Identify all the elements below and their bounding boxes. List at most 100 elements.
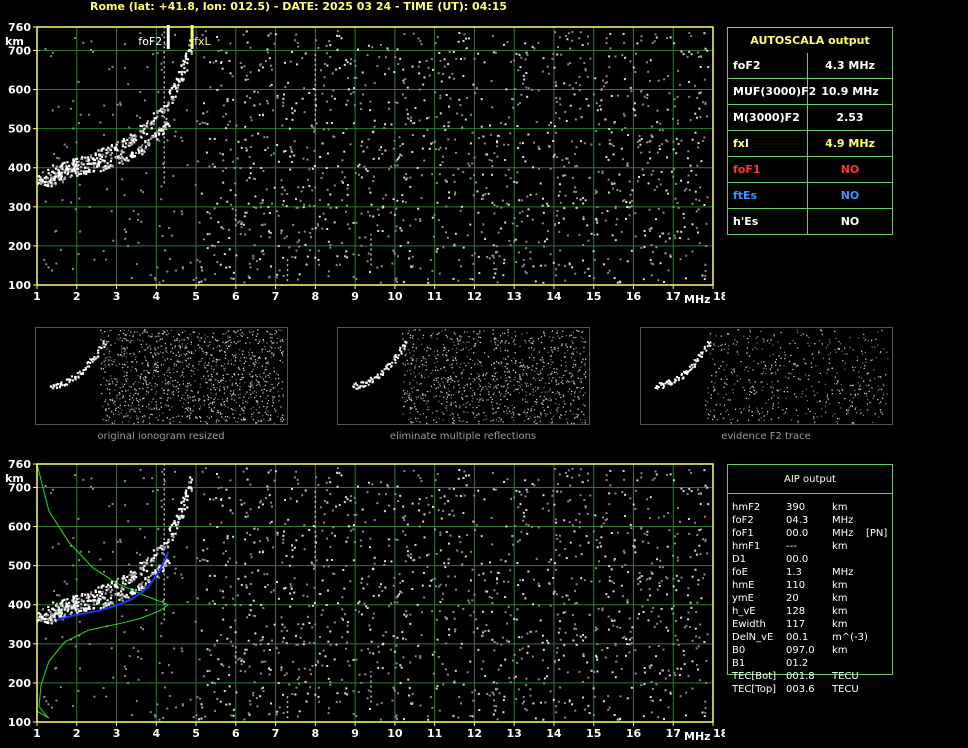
noise-dot — [631, 626, 634, 629]
noise-dot — [606, 210, 609, 212]
noise-dot — [666, 593, 668, 596]
noise-dot — [88, 550, 91, 553]
noise-dot — [259, 639, 262, 642]
thumbnail-noise-dot — [227, 340, 229, 342]
noise-dot — [666, 37, 668, 40]
noise-dot — [625, 201, 628, 203]
noise-dot — [504, 221, 507, 224]
x-trace-point — [143, 561, 146, 564]
thumbnail-noise-dot — [132, 399, 135, 401]
noise-dot — [650, 173, 653, 176]
noise-dot — [517, 69, 520, 72]
noise-dot — [691, 223, 694, 226]
noise-dot — [276, 531, 279, 534]
noise-dot — [231, 645, 234, 647]
noise-dot — [314, 623, 317, 626]
noise-dot — [553, 224, 556, 227]
thumbnail-noise-dot — [274, 408, 276, 410]
noise-dot — [200, 280, 203, 283]
noise-dot — [352, 221, 355, 224]
noise-dot — [333, 184, 336, 187]
noise-dot — [432, 672, 435, 675]
thumbnail-noise-dot — [185, 399, 187, 401]
noise-dot — [266, 136, 269, 139]
thumbnail-noise-dot — [123, 371, 125, 373]
noise-dot — [489, 570, 492, 573]
noise-dot — [181, 703, 184, 706]
thumbnail-noise-dot — [249, 348, 251, 351]
noise-dot — [471, 715, 474, 718]
x-trace-point — [104, 155, 107, 158]
noise-dot — [477, 211, 480, 214]
noise-dot — [566, 234, 569, 237]
noise-dot — [264, 223, 267, 226]
noise-dot — [578, 89, 581, 92]
noise-dot — [469, 579, 472, 582]
noise-dot — [318, 215, 321, 218]
thumbnail-noise-dot — [248, 397, 250, 399]
thumbnail-noise-dot — [143, 370, 145, 372]
noise-dot — [619, 695, 622, 698]
noise-dot — [318, 263, 321, 266]
noise-dot — [173, 555, 176, 558]
noise-dot — [132, 646, 135, 649]
noise-dot — [314, 256, 317, 259]
noise-dot — [656, 546, 659, 549]
noise-dot — [308, 641, 311, 644]
noise-dot — [141, 581, 144, 584]
noise-dot — [697, 668, 700, 671]
noise-dot — [427, 553, 430, 556]
noise-dot — [586, 661, 589, 664]
noise-dot — [206, 247, 209, 250]
o-trace-point — [168, 125, 171, 128]
noise-dot — [546, 230, 549, 233]
noise-dot — [308, 622, 311, 624]
thumbnail-noise-dot — [137, 401, 140, 403]
noise-dot — [268, 667, 271, 670]
noise-dot — [557, 221, 560, 224]
noise-dot — [219, 197, 222, 199]
noise-dot — [326, 100, 328, 103]
noise-dot — [568, 161, 570, 164]
noise-dot — [338, 472, 341, 475]
noise-dot — [206, 123, 209, 126]
noise-dot — [377, 229, 380, 232]
noise-dot — [587, 676, 590, 679]
x-tick-label: 11 — [427, 290, 442, 303]
o-trace-point — [111, 601, 114, 604]
noise-dot — [647, 182, 650, 185]
thumbnail-noise-dot — [258, 341, 260, 343]
noise-dot — [388, 107, 391, 110]
noise-dot — [212, 61, 215, 64]
noise-dot — [266, 488, 269, 491]
noise-dot — [243, 65, 246, 68]
o-trace-point — [125, 156, 128, 159]
thumbnail-noise-dot — [232, 391, 235, 393]
thumbnail-noise-dot — [264, 346, 266, 348]
noise-dot — [360, 108, 363, 110]
noise-dot — [628, 651, 631, 654]
noise-dot — [508, 116, 510, 119]
noise-dot — [532, 702, 535, 705]
noise-dot — [517, 540, 519, 543]
noise-dot — [331, 559, 333, 561]
noise-dot — [213, 207, 216, 210]
noise-dot — [216, 89, 219, 91]
noise-dot — [301, 494, 304, 497]
noise-dot — [378, 56, 381, 59]
thumbnail-noise-dot — [161, 387, 163, 389]
noise-dot — [596, 233, 599, 236]
noise-dot — [397, 692, 399, 695]
noise-dot — [296, 478, 299, 481]
x-trace-point — [58, 608, 61, 611]
noise-dot — [504, 658, 507, 661]
noise-dot — [229, 72, 232, 75]
noise-dot — [556, 156, 559, 159]
x-trace-point — [60, 167, 63, 170]
x-trace-point — [121, 580, 124, 583]
noise-dot — [244, 538, 247, 541]
noise-dot — [676, 667, 679, 670]
thumbnail-noise-dot — [169, 418, 171, 420]
noise-dot — [582, 215, 585, 218]
noise-dot — [667, 232, 670, 235]
